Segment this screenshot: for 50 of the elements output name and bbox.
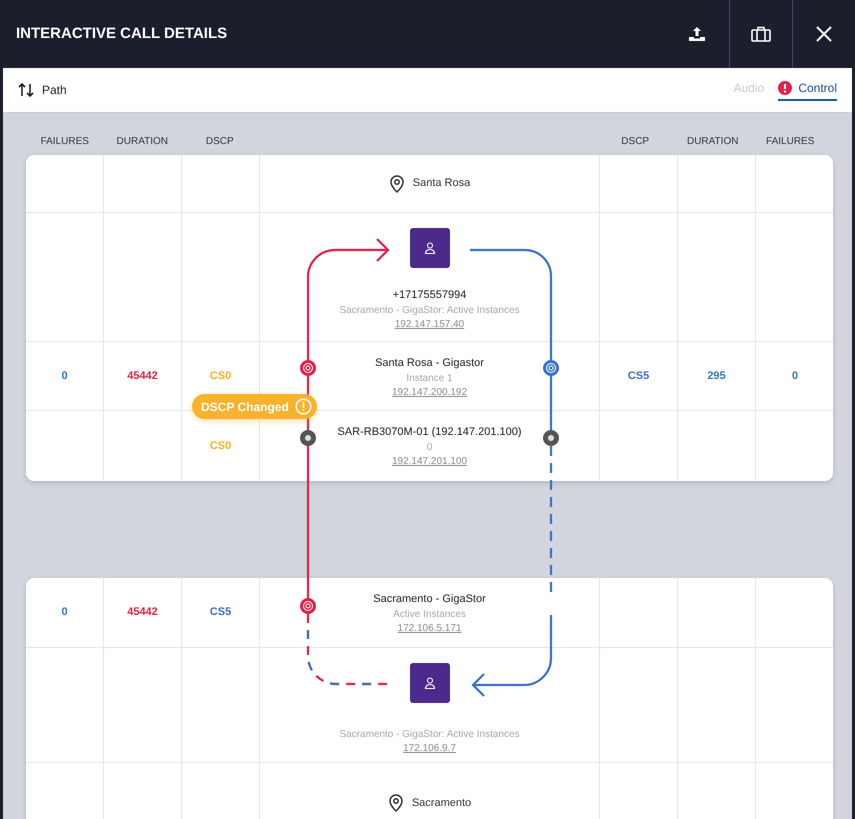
node-marker-icon: [300, 360, 316, 376]
hop-title: Sacramento - GigaStor: [373, 592, 486, 607]
column-header: DURATION: [686, 135, 738, 149]
table-cell-text: 45442: [127, 605, 158, 620]
warning-icon: [294, 398, 312, 415]
table-cell-text: CS5: [628, 368, 650, 384]
ip-address-link[interactable]: 192.147.157.40: [394, 318, 464, 332]
hop-title: Santa Rosa - Gigastor: [375, 356, 484, 371]
location-name: Santa Rosa: [412, 176, 470, 192]
phone-number: +17175557994: [392, 288, 466, 303]
table-cell-text: 0: [61, 368, 68, 384]
endpoint-subtitle: Sacramento - GigaStor: Active Instances: [339, 728, 520, 742]
badge-label: DSCP Changed: [201, 398, 289, 416]
ip-address-link[interactable]: 172.106.9.7: [403, 742, 456, 756]
location-pin-icon: [388, 794, 404, 812]
user-icon: [410, 663, 450, 703]
table-cell-text: CS5: [210, 605, 232, 620]
table-cell-text: 295: [707, 368, 726, 384]
sort-path-button[interactable]: Path: [18, 81, 67, 99]
endpoint-subtitle: Sacramento - GigaStor: Active Instances: [339, 304, 520, 318]
upload-icon: [688, 26, 706, 42]
hop-subtitle: Instance 1: [406, 372, 453, 386]
location-name: Sacramento: [412, 796, 472, 811]
table-cell-text: CS0: [210, 368, 232, 384]
node-marker-icon: [300, 598, 316, 614]
table-cell-text: CS0: [210, 438, 232, 454]
view-tab[interactable]: Control: [778, 79, 837, 101]
column-header: DURATION: [116, 135, 168, 149]
table-cell-text: 0: [792, 368, 798, 384]
hop-subtitle: 0: [426, 441, 432, 455]
column-header: DSCP: [206, 135, 234, 149]
ip-address-link[interactable]: 172.106.5.171: [398, 622, 462, 636]
close-icon: [815, 25, 833, 43]
sort-arrows-icon: [18, 83, 34, 97]
ip-address-link[interactable]: 192.147.201.100: [392, 455, 468, 469]
window-title: INTERACTIVE CALL DETAILS: [15, 24, 228, 44]
column-header: FAILURES: [766, 135, 814, 149]
briefcase-icon: [751, 26, 771, 42]
hop-subtitle: Active Instances: [393, 608, 466, 622]
table-cell-text: 45442: [127, 368, 158, 384]
user-icon: [410, 228, 450, 268]
node-marker-icon: [543, 430, 559, 446]
table-cell-text: 0: [61, 605, 68, 620]
column-header: FAILURES: [40, 135, 89, 149]
column-header: DSCP: [621, 135, 650, 149]
ip-address-link[interactable]: 192.147.200.192: [392, 386, 468, 400]
location-pin-icon: [388, 174, 405, 192]
node-marker-icon: [300, 430, 316, 446]
hop-title: SAR-RB3070M-01 (192.147.201.100): [337, 425, 522, 440]
node-marker-icon: [543, 360, 559, 376]
